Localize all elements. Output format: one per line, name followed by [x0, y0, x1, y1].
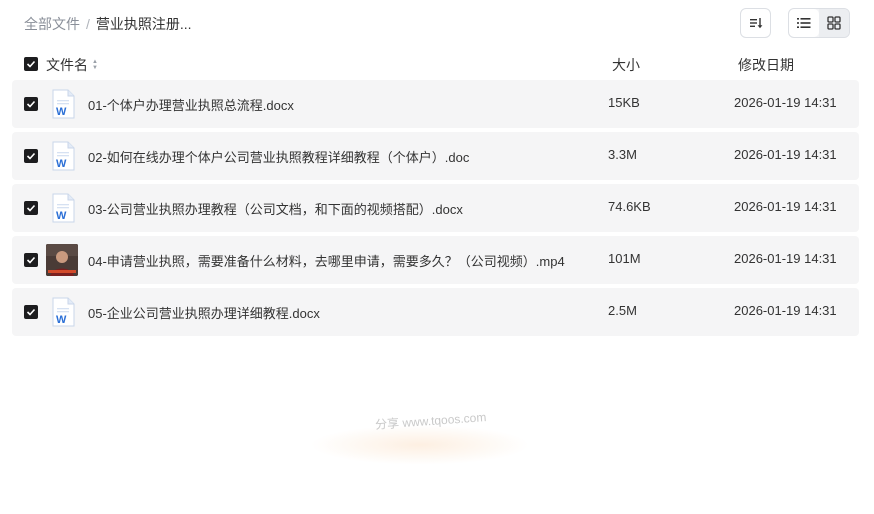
- check-icon: [26, 60, 36, 68]
- check-icon: [26, 308, 36, 316]
- table-row[interactable]: W 03-公司营业执照办理教程（公司文档，和下面的视频搭配）.docx 74.6…: [12, 184, 859, 232]
- file-name[interactable]: 03-公司营业执照办理教程（公司文档，和下面的视频搭配）.docx: [88, 199, 463, 218]
- svg-text:W: W: [56, 314, 67, 326]
- svg-text:W: W: [56, 106, 67, 118]
- column-header-name[interactable]: 文件名 ▲ ▼: [46, 55, 98, 75]
- check-icon: [26, 152, 36, 160]
- list-view-button[interactable]: [789, 9, 819, 37]
- file-size: 3.3M: [608, 147, 637, 162]
- file-date: 2026-01-19 14:31: [734, 251, 837, 266]
- svg-text:W: W: [56, 158, 67, 170]
- file-name[interactable]: 02-如何在线办理个体户公司营业执照教程详细教程（个体户）.doc: [88, 147, 469, 166]
- column-header-name-label: 文件名: [46, 57, 88, 73]
- table-row[interactable]: W 02-如何在线办理个体户公司营业执照教程详细教程（个体户）.doc 3.3M…: [12, 132, 859, 180]
- table-row[interactable]: 04-申请营业执照，需要准备什么材料，去哪里申请，需要多久？（公司视频）.mp4…: [12, 236, 859, 284]
- file-name[interactable]: 01-个体户办理营业执照总流程.docx: [88, 95, 294, 114]
- select-all-checkbox[interactable]: [24, 57, 38, 71]
- breadcrumb: 全部文件 / 营业执照注册...: [24, 14, 192, 34]
- check-icon: [26, 204, 36, 212]
- row-checkbox[interactable]: [24, 253, 38, 267]
- grid-view-button[interactable]: [819, 9, 849, 37]
- row-checkbox[interactable]: [24, 305, 38, 319]
- sort-icon: [749, 18, 762, 29]
- file-name[interactable]: 05-企业公司营业执照办理详细教程.docx: [88, 303, 320, 322]
- file-size: 15KB: [608, 95, 640, 110]
- breadcrumb-separator: /: [86, 16, 90, 32]
- file-date: 2026-01-19 14:31: [734, 95, 837, 110]
- file-size: 74.6KB: [608, 199, 651, 214]
- row-checkbox[interactable]: [24, 149, 38, 163]
- file-date: 2026-01-19 14:31: [734, 147, 837, 162]
- file-size: 2.5M: [608, 303, 637, 318]
- file-date: 2026-01-19 14:31: [734, 303, 837, 318]
- column-header-date[interactable]: 修改日期: [738, 55, 794, 75]
- check-icon: [26, 100, 36, 108]
- view-toggle: [788, 8, 850, 38]
- check-icon: [26, 256, 36, 264]
- video-thumbnail-image: [46, 244, 78, 276]
- word-icon: W: [52, 89, 75, 119]
- list-view-icon: [797, 18, 811, 28]
- watermark-glow: [310, 425, 530, 465]
- table-row[interactable]: W 01-个体户办理营业执照总流程.docx 15KB 2026-01-19 1…: [12, 80, 859, 128]
- file-date: 2026-01-19 14:31: [734, 199, 837, 214]
- column-header-size[interactable]: 大小: [612, 55, 640, 75]
- file-name[interactable]: 04-申请营业执照，需要准备什么材料，去哪里申请，需要多久？（公司视频）.mp4: [88, 251, 565, 270]
- word-icon: W: [52, 297, 75, 327]
- breadcrumb-current: 营业执照注册...: [95, 16, 192, 32]
- file-size: 101M: [608, 251, 641, 266]
- sort-button[interactable]: [740, 8, 771, 38]
- row-checkbox[interactable]: [24, 201, 38, 215]
- sort-arrows-icon: ▲ ▼: [92, 59, 98, 71]
- video-thumbnail: [46, 244, 78, 276]
- table-header: 文件名 ▲ ▼ 大小 修改日期: [12, 50, 859, 78]
- word-icon: W: [52, 141, 75, 171]
- word-icon: W: [52, 193, 75, 223]
- grid-view-icon: [827, 16, 841, 30]
- breadcrumb-root-link[interactable]: 全部文件: [24, 14, 80, 34]
- svg-text:W: W: [56, 210, 67, 222]
- table-row[interactable]: W 05-企业公司营业执照办理详细教程.docx 2.5M 2026-01-19…: [12, 288, 859, 336]
- row-checkbox[interactable]: [24, 97, 38, 111]
